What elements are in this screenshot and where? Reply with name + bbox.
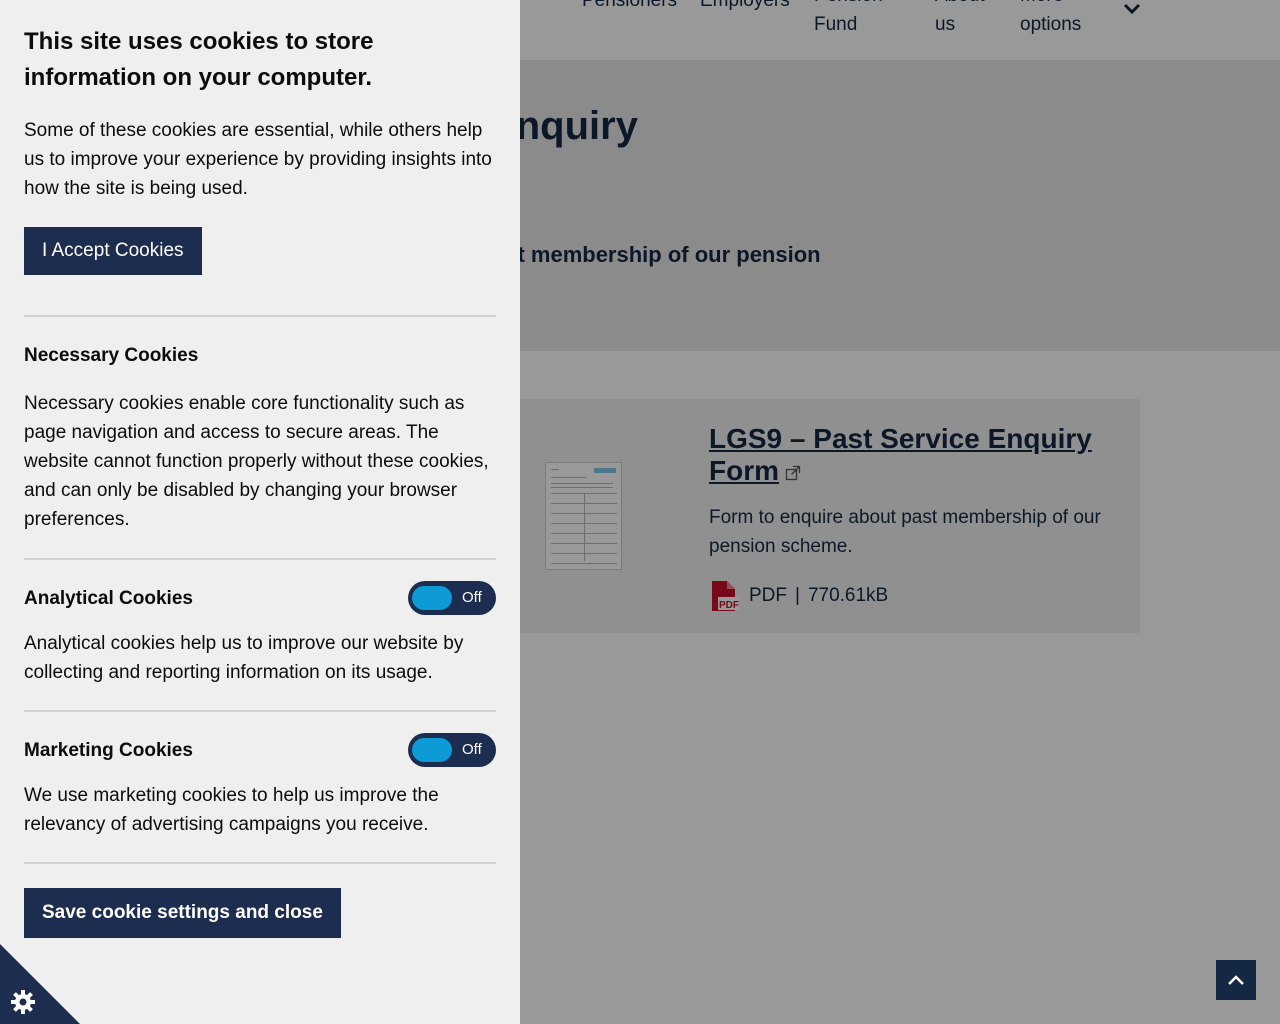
cookie-settings-panel: This site uses cookies to store informat… [0, 0, 520, 1024]
divider [24, 710, 496, 712]
toggle-knob [412, 738, 452, 762]
divider [24, 315, 496, 317]
back-to-top-button[interactable] [1216, 960, 1256, 1000]
necessary-cookies-title: Necessary Cookies [24, 345, 199, 366]
divider [24, 558, 496, 560]
accept-cookies-button[interactable]: I Accept Cookies [24, 227, 202, 275]
gear-icon [11, 990, 35, 1014]
toggle-state-label: Off [462, 589, 482, 606]
marketing-cookies-toggle[interactable]: Off [408, 733, 496, 767]
analytical-cookies-text: Analytical cookies help us to improve ou… [24, 633, 464, 683]
divider [24, 862, 496, 864]
cookie-panel-intro: Some of these cookies are essential, whi… [24, 120, 492, 199]
analytical-cookies-title: Analytical Cookies [24, 587, 193, 609]
toggle-state-label: Off [462, 741, 482, 758]
necessary-cookies-header: Necessary Cookies [24, 341, 496, 370]
save-cookie-settings-button[interactable]: Save cookie settings and close [24, 888, 341, 938]
necessary-cookies-text: Necessary cookies enable core functional… [24, 393, 489, 530]
marketing-cookies-title: Marketing Cookies [24, 739, 193, 761]
cookie-panel-title: This site uses cookies to store informat… [24, 28, 374, 91]
marketing-cookies-header: Marketing Cookies Off [24, 733, 496, 767]
toggle-knob [412, 586, 452, 610]
marketing-cookies-text: We use marketing cookies to help us impr… [24, 785, 439, 835]
chevron-up-icon [1228, 975, 1244, 985]
analytical-cookies-header: Analytical Cookies Off [24, 581, 496, 615]
analytical-cookies-toggle[interactable]: Off [408, 581, 496, 615]
